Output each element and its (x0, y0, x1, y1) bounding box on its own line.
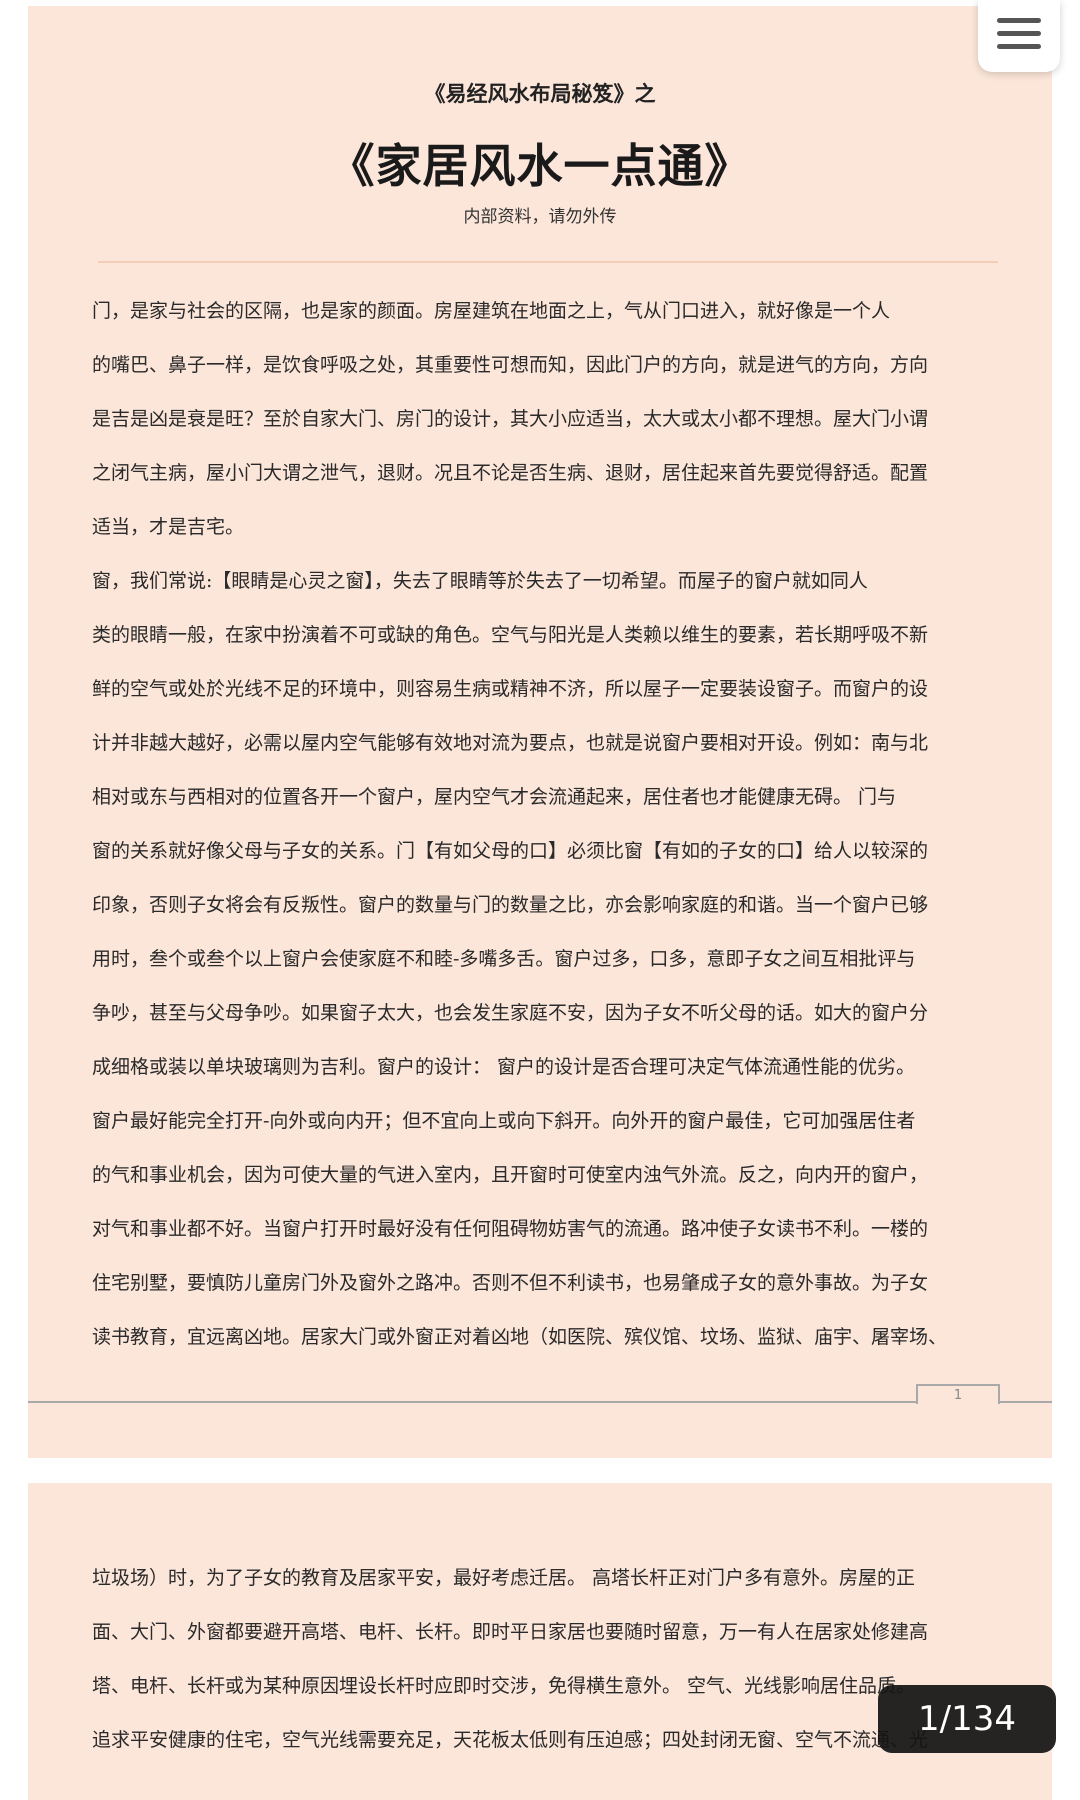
page-number-tab: 1 (916, 1384, 1000, 1404)
text-line: 窗的关系就好像父母与子女的关系。门【有如父母的口】必须比窗【有如的子女的口】给人… (92, 840, 929, 862)
text-line: 垃圾场）时，为了子女的教育及居家平安，最好考虑迁居。 高塔长杆正对门户多有意外。… (92, 1567, 916, 1589)
menu-button[interactable] (978, 0, 1060, 72)
text-line: 成细格或装以单块玻璃则为吉利。窗户的设计： 窗户的设计是否合理可决定气体流通性能… (92, 1056, 916, 1078)
page-counter: 1/134 (878, 1685, 1056, 1753)
text-line: 的嘴巴、鼻子一样，是饮食呼吸之处，其重要性可想而知，因此门户的方向，就是进气的方… (92, 354, 929, 376)
text-line: 对气和事业都不好。当窗户打开时最好没有任何阻碍物妨害气的流通。路冲使子女读书不利… (92, 1218, 929, 1240)
text-line: 印象，否则子女将会有反叛性。窗户的数量与门的数量之比，亦会影响家庭的和谐。当一个… (92, 894, 929, 916)
text-line: 的气和事业机会，因为可使大量的气进入室内，且开窗时可使室内浊气外流。反之，向内开… (92, 1164, 929, 1186)
text-line: 住宅别墅，要慎防儿童房门外及窗外之路冲。否则不但不利读书，也易肇成子女的意外事故… (92, 1272, 929, 1294)
page-footer-line (28, 1401, 1052, 1403)
document-subtitle: 《易经风水布局秘笈》之 (424, 82, 656, 106)
text-line: 相对或东与西相对的位置各开一个窗户，屋内空气才会流通起来，居住者也才能健康无碍。… (92, 786, 897, 808)
text-line: 门，是家与社会的区隔，也是家的颜面。房屋建筑在地面之上，气从门口进入，就好像是一… (92, 300, 891, 322)
text-line: 类的眼睛一般，在家中扮演着不可或缺的角色。空气与阳光是人类赖以维生的要素，若长期… (92, 624, 929, 646)
document-viewer[interactable]: 《易经风水布局秘笈》之 《家居风水一点通》 内部资料，请勿外传 门，是家与社会的… (0, 0, 1080, 1800)
text-line: 鲜的空气或处於光线不足的环境中，则容易生病或精神不济，所以屋子一定要装设窗子。而… (92, 678, 929, 700)
text-line: 争吵，甚至与父母争吵。如果窗子太大，也会发生家庭不安，因为子女不听父母的话。如大… (92, 1002, 929, 1024)
text-line: 窗户最好能完全打开-向外或向内开；但不宜向上或向下斜开。向外开的窗户最佳，它可加… (92, 1110, 916, 1132)
text-line: 之闭气主病，屋小门大谓之泄气，退财。况且不论是否生病、退财，居住起来首先要觉得舒… (92, 462, 929, 484)
text-line: 是吉是凶是衰是旺？至於自家大门、房门的设计，其大小应适当，太大或太小都不理想。屋… (92, 408, 929, 430)
text-line: 适当，才是吉宅。 (92, 516, 245, 538)
text-line: 计并非越大越好，必需以屋内空气能够有效地对流为要点，也就是说窗户要相对开设。例如… (92, 732, 929, 754)
text-line: 读书教育，宜远离凶地。居家大门或外窗正对着凶地（如医院、殡仪馆、坟场、监狱、庙宇… (92, 1326, 948, 1348)
document-title: 《家居风水一点通》 (328, 139, 752, 193)
text-line: 追求平安健康的住宅，空气光线需要充足，天花板太低则有压迫感；四处封闭无窗、空气不… (92, 1729, 929, 1751)
text-line: 塔、电杆、长杆或为某种原因埋设长杆时应即时交涉，免得横生意外。 空气、光线影响居… (92, 1675, 916, 1697)
header-divider (98, 261, 998, 263)
text-line: 面、大门、外窗都要避开高塔、电杆、长杆。即时平日家居也要随时留意，万一有人在居家… (92, 1621, 929, 1643)
text-line: 窗，我们常说:【眼睛是心灵之窗】，失去了眼睛等於失去了一切希望。而屋子的窗户就如… (92, 570, 868, 592)
document-note: 内部资料，请勿外传 (463, 207, 617, 227)
text-line: 用时，叁个或叁个以上窗户会使家庭不和睦-多嘴多舌。窗户过多，口多，意即子女之间互… (92, 948, 916, 970)
